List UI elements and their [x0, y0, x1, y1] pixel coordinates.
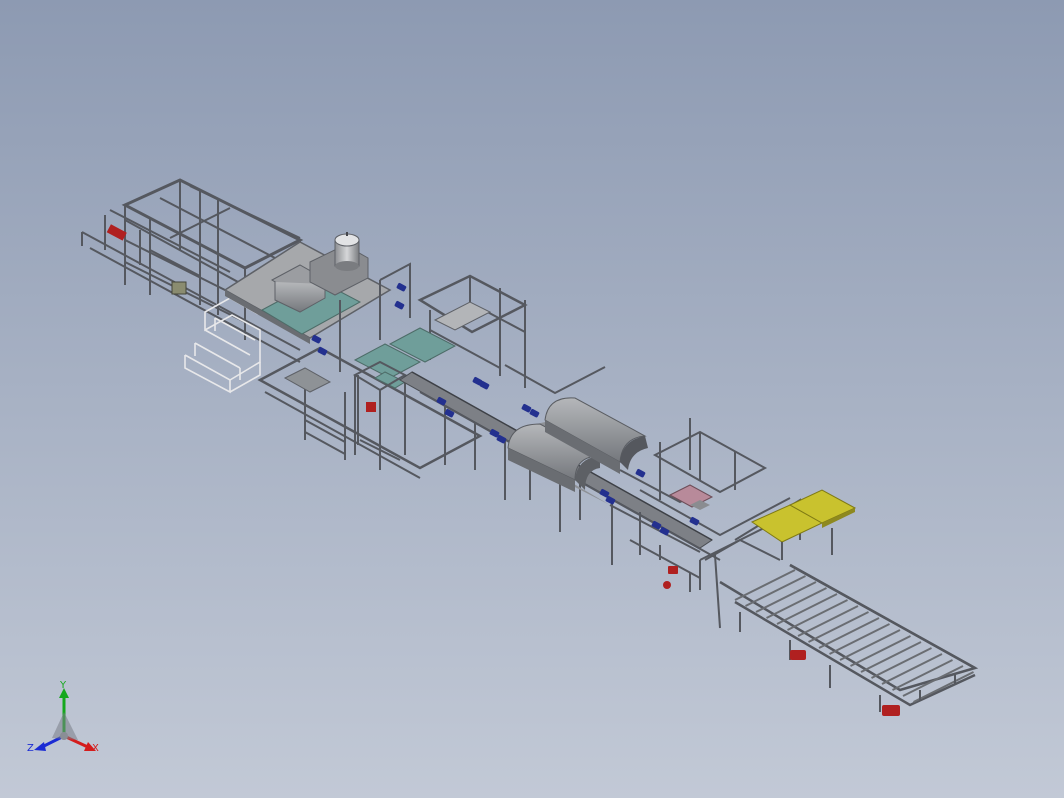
conveyor-rollers	[734, 569, 974, 703]
servo-motor	[394, 301, 405, 310]
storage-tank	[334, 232, 360, 271]
coordinate-triad: Y X Z	[27, 680, 99, 754]
z-axis-arrow-icon	[34, 742, 46, 751]
x-axis-label: X	[92, 743, 99, 754]
packaging-units	[668, 484, 714, 510]
triad-origin-icon	[60, 732, 68, 740]
entry-motor-red	[106, 224, 187, 295]
3d-viewport[interactable]: Y X Z	[0, 0, 1064, 798]
servo-motor	[635, 469, 646, 478]
production-line-model[interactable]	[0, 0, 1064, 798]
loading-platforms	[750, 489, 857, 560]
roller-conveyor	[719, 563, 979, 707]
servo-motor	[521, 404, 532, 413]
y-axis-label: Y	[59, 680, 67, 691]
z-axis-label: Z	[27, 743, 34, 754]
servo-motor	[529, 409, 540, 418]
servo-motor	[396, 283, 407, 292]
access-stairs	[184, 297, 261, 394]
